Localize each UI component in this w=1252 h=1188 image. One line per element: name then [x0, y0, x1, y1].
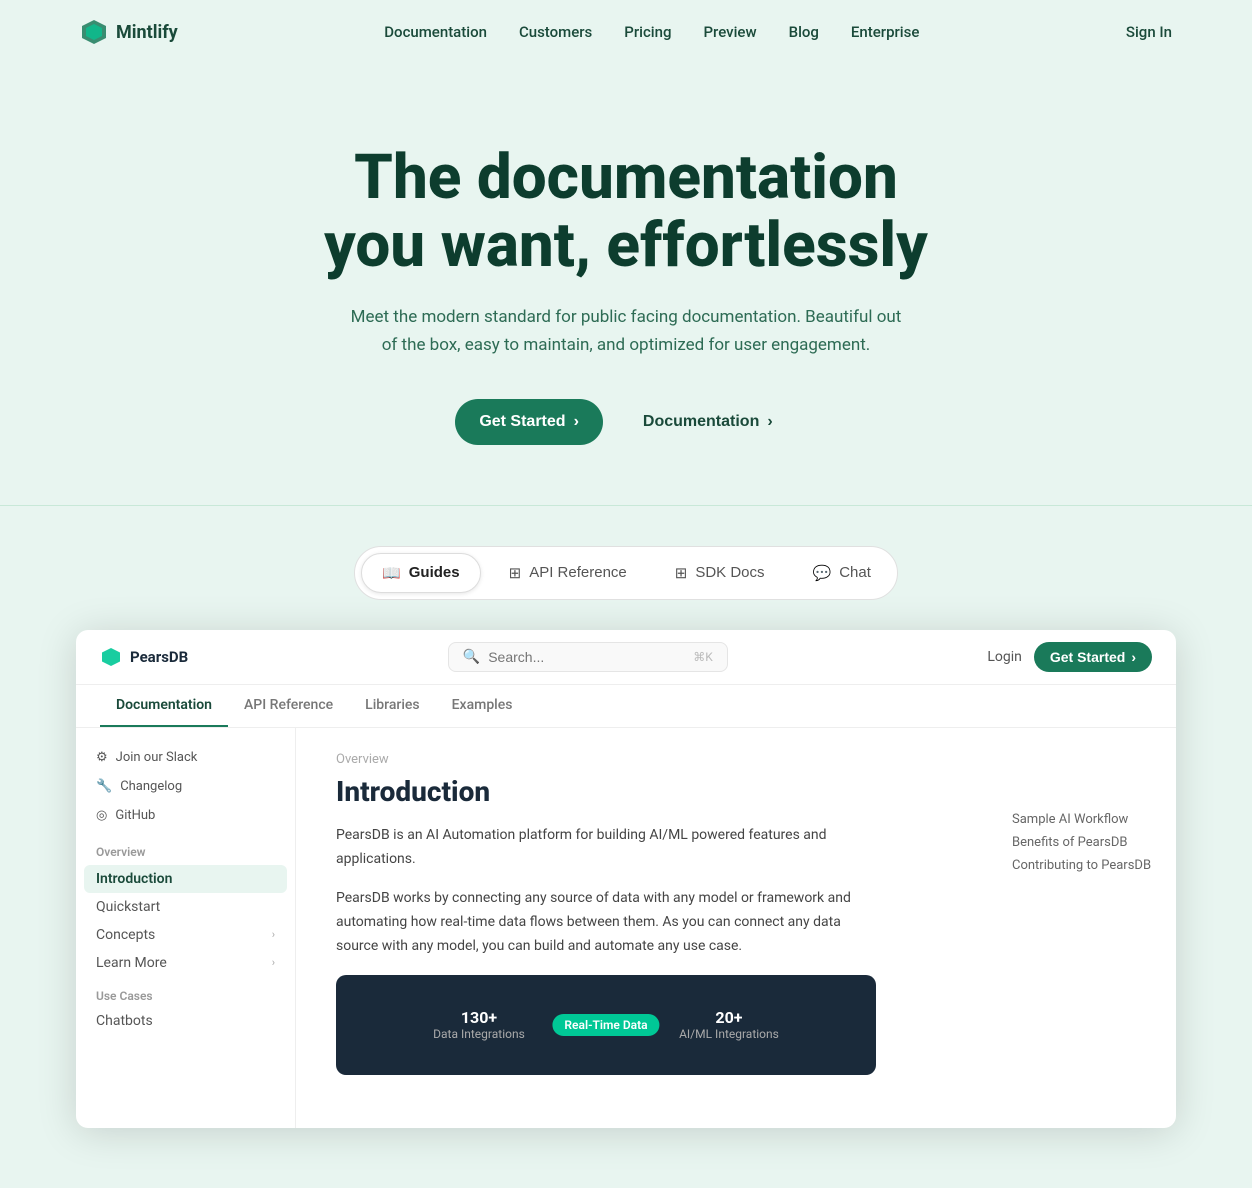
documentation-button[interactable]: Documentation ›	[619, 399, 797, 445]
hero-subtext: Meet the modern standard for public faci…	[346, 304, 906, 358]
signin-link[interactable]: Sign In	[1126, 23, 1172, 41]
sidebar-item-chatbots[interactable]: Chatbots	[76, 1007, 295, 1035]
nav-preview[interactable]: Preview	[703, 23, 756, 41]
tab-chat[interactable]: 💬 Chat	[793, 553, 891, 593]
logo-text: Mintlify	[116, 22, 178, 43]
logo-link[interactable]: Mintlify	[80, 18, 178, 46]
demo-logo-text: PearsDB	[130, 648, 188, 666]
realtime-pill: Real-Time Data	[552, 1014, 659, 1036]
tab-guides[interactable]: 📖 Guides	[361, 553, 481, 593]
demo-search-bar[interactable]: 🔍 ⌘K	[448, 642, 728, 672]
toc-item-sample-workflow[interactable]: Sample AI Workflow	[1012, 808, 1160, 831]
sidebar-utility: ⚙ Join our Slack 🔧 Changelog ◎ GitHub	[76, 744, 295, 829]
search-shortcut: ⌘K	[693, 650, 713, 664]
hero-section: The documentation you want, effortlessly…	[0, 64, 1252, 506]
sidebar-use-cases-title: Use Cases	[76, 977, 295, 1007]
search-input[interactable]	[488, 649, 685, 665]
tab-sdk-docs[interactable]: ⊞ SDK Docs	[655, 553, 785, 593]
stat-left: 130+ Data Integrations	[433, 1008, 525, 1041]
slack-icon: ⚙	[96, 750, 108, 765]
main-text-1: PearsDB is an AI Automation platform for…	[336, 824, 876, 872]
nav-enterprise[interactable]: Enterprise	[851, 23, 919, 41]
nav-pricing[interactable]: Pricing	[624, 23, 671, 41]
nav-customers[interactable]: Customers	[519, 23, 592, 41]
demo-section: PearsDB 🔍 ⌘K Login Get Started › Documen…	[0, 630, 1252, 1188]
demo-logo-icon	[100, 646, 122, 668]
nav-links: Documentation Customers Pricing Preview …	[384, 23, 919, 41]
demo-logo: PearsDB	[100, 646, 188, 668]
demo-nav-right: Login Get Started ›	[987, 642, 1152, 672]
demo-image: 130+ Data Integrations Real-Time Data 20…	[336, 975, 876, 1075]
sidebar-item-introduction[interactable]: Introduction	[84, 865, 287, 893]
nav-blog[interactable]: Blog	[789, 23, 819, 41]
sidebar-changelog[interactable]: 🔧 Changelog	[88, 773, 283, 800]
changelog-icon: 🔧	[96, 779, 112, 794]
toc-item-contributing[interactable]: Contributing to PearsDB	[1012, 854, 1160, 877]
hero-buttons: Get Started › Documentation ›	[20, 399, 1232, 445]
feature-tabs: 📖 Guides ⊞ API Reference ⊞ SDK Docs 💬 Ch…	[354, 546, 898, 600]
main-text-2: PearsDB works by connecting any source o…	[336, 887, 876, 958]
feature-tabs-section: 📖 Guides ⊞ API Reference ⊞ SDK Docs 💬 Ch…	[0, 506, 1252, 600]
breadcrumb: Overview	[336, 752, 956, 767]
code-icon: ⊞	[509, 564, 522, 582]
book-icon: 📖	[382, 564, 401, 582]
sidebar-item-learn-more[interactable]: Learn More ›	[76, 949, 295, 977]
main-nav: Mintlify Documentation Customers Pricing…	[0, 0, 1252, 64]
nav-documentation[interactable]: Documentation	[384, 23, 487, 41]
demo-main: Overview Introduction PearsDB is an AI A…	[296, 728, 996, 1128]
github-icon: ◎	[96, 808, 107, 823]
demo-nav: PearsDB 🔍 ⌘K Login Get Started ›	[76, 630, 1176, 685]
demo-body: ⚙ Join our Slack 🔧 Changelog ◎ GitHub Ov…	[76, 728, 1176, 1128]
chat-icon: 💬	[813, 564, 832, 582]
sidebar-overview-title: Overview	[76, 845, 295, 859]
demo-login-link[interactable]: Login	[987, 649, 1022, 665]
main-title: Introduction	[336, 775, 956, 808]
hero-headline: The documentation you want, effortlessly	[226, 144, 1026, 280]
demo-sidebar: ⚙ Join our Slack 🔧 Changelog ◎ GitHub Ov…	[76, 728, 296, 1128]
demo-tabs: Documentation API Reference Libraries Ex…	[76, 685, 1176, 728]
demo-tab-libraries[interactable]: Libraries	[349, 685, 435, 727]
sidebar-join-slack[interactable]: ⚙ Join our Slack	[88, 744, 283, 771]
demo-window: PearsDB 🔍 ⌘K Login Get Started › Documen…	[76, 630, 1176, 1128]
demo-toc: Sample AI Workflow Benefits of PearsDB C…	[996, 728, 1176, 1128]
demo-tab-documentation[interactable]: Documentation	[100, 685, 228, 727]
sidebar-item-concepts[interactable]: Concepts ›	[76, 921, 295, 949]
sidebar-item-quickstart[interactable]: Quickstart	[76, 893, 295, 921]
grid-icon: ⊞	[675, 564, 688, 582]
logo-icon	[80, 18, 108, 46]
demo-get-started-button[interactable]: Get Started ›	[1034, 642, 1152, 672]
sidebar-github[interactable]: ◎ GitHub	[88, 802, 283, 829]
demo-tab-examples[interactable]: Examples	[436, 685, 529, 727]
demo-tab-api-reference[interactable]: API Reference	[228, 685, 349, 727]
tab-api-reference[interactable]: ⊞ API Reference	[489, 553, 647, 593]
stat-right: 20+ AI/ML Integrations	[679, 1008, 779, 1041]
get-started-button[interactable]: Get Started ›	[455, 399, 603, 445]
search-icon: 🔍	[463, 649, 480, 665]
toc-item-benefits[interactable]: Benefits of PearsDB	[1012, 831, 1160, 854]
